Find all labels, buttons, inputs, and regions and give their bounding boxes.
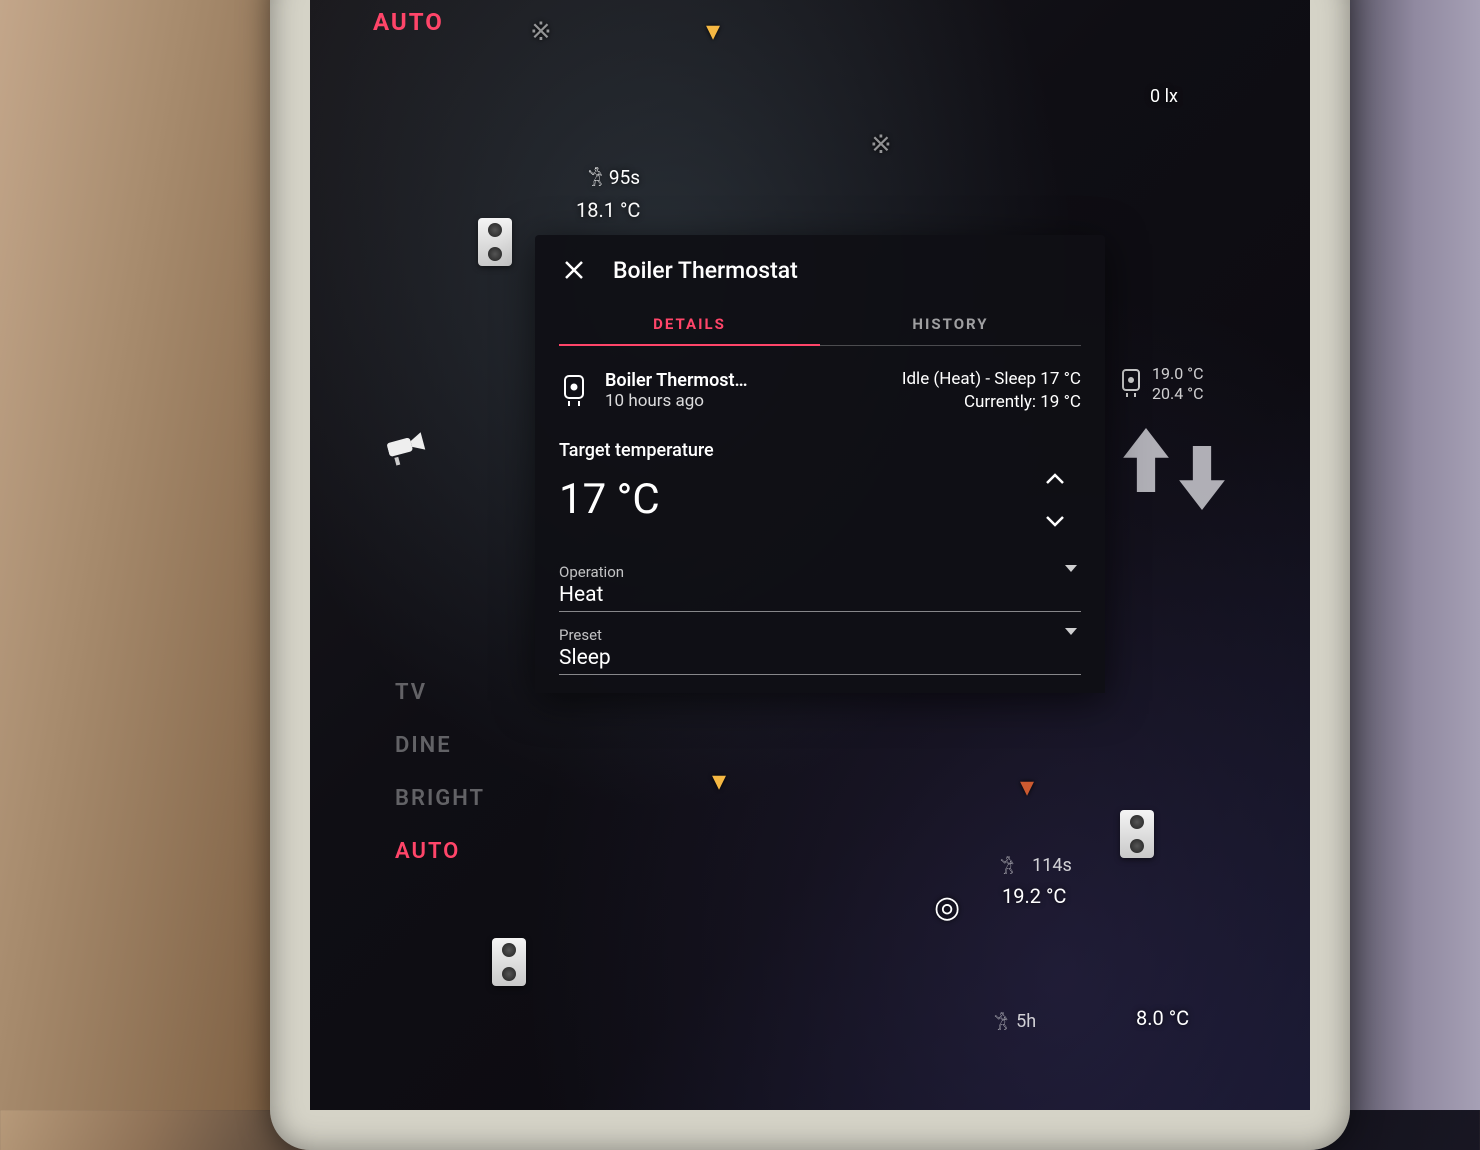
chevron-up-icon [1045,473,1065,485]
temp-down-button[interactable] [1041,511,1069,531]
dropdown-icon [1065,628,1077,635]
sensor-block-right: 19.0 °C 20.4 °C [1120,364,1204,404]
wall-right [1350,0,1480,1110]
speaker-icon-3 [1120,810,1154,858]
operation-value: Heat [559,583,1081,607]
temp-living: 19.2 °C [1002,884,1066,908]
vent-icon-2: ※ [870,130,892,160]
operation-select[interactable]: Operation Heat [559,563,1081,612]
target-temp-label: Target temperature [535,420,1105,465]
temp-stepper [1041,469,1069,531]
scene-dine[interactable]: DINE [395,733,485,758]
vent-icon: ※ [530,17,552,47]
temp-hall: 18.1 °C [576,198,640,222]
arrow-up-icon[interactable] [1122,428,1170,492]
tab-history[interactable]: HISTORY [820,305,1081,345]
tab-details[interactable]: DETAILS [559,305,820,345]
entity-state-line2: Currently: 19 °C [902,391,1081,414]
chevron-down-icon [1045,515,1065,527]
target-temp-value: 17 °C [559,475,660,524]
entity-name: Boiler Thermost… [605,370,886,391]
preset-select[interactable]: Preset Sleep [559,626,1081,675]
preset-label: Preset [559,626,1081,644]
ceiling-light-icon-2[interactable]: ▾ [712,764,726,797]
speaker-icon [478,218,512,266]
entity-last-changed: 10 hours ago [605,391,886,411]
time-br: 𓀟 5h [994,1006,1036,1036]
motion-icon: 𓀟 [994,1006,1008,1036]
scene-tv[interactable]: TV [395,680,485,705]
motion-hall-value: 95s [609,166,640,189]
target-icon[interactable]: ◎ [934,890,960,925]
scene-list: TV DINE BRIGHT AUTO [395,680,485,864]
temp-br: 8.0 °C [1136,1006,1189,1030]
target-temp-row: 17 °C [535,465,1105,549]
motion-icon: 𓀟 [1000,850,1014,880]
nav-arrows [1122,428,1226,492]
scene-auto[interactable]: AUTO [395,839,485,864]
card-header: Boiler Thermostat [535,235,1105,299]
lux-right: 0 lx [1150,86,1178,107]
ceiling-light-icon[interactable]: ▾ [706,14,720,47]
preset-value: Sleep [559,646,1081,670]
motion-living-value: 114s [1032,855,1072,876]
sensor-temp-1: 19.0 °C [1152,364,1204,384]
thermostat-card: Boiler Thermostat DETAILS HISTORY Boiler… [535,235,1105,693]
scene-auto-top[interactable]: AUTO [373,8,444,36]
thermostat-icon [559,374,589,408]
boiler-icon [1120,369,1142,399]
time-br-value: 5h [1016,1011,1036,1032]
arrow-down-icon[interactable] [1178,446,1226,510]
scene-bright[interactable]: BRIGHT [395,786,485,811]
sensor-temp-2: 20.4 °C [1152,384,1204,404]
entity-state: Idle (Heat) - Sleep 17 °C Currently: 19 … [902,368,1081,414]
motion-living: 𓀟 114s [1000,850,1072,880]
card-title: Boiler Thermostat [613,257,798,284]
close-icon [563,259,585,281]
ceiling-light-icon-3[interactable]: ▾ [1020,770,1034,803]
card-tabs: DETAILS HISTORY [559,305,1081,346]
operation-label: Operation [559,563,1081,581]
speaker-icon-2 [492,938,526,986]
motion-hall: 𓀟 95s [588,162,640,193]
dropdown-icon [1065,565,1077,572]
motion-icon: 𓀟 [588,162,603,193]
entity-state-line1: Idle (Heat) - Sleep 17 °C [902,368,1081,391]
close-button[interactable] [559,255,589,285]
temp-up-button[interactable] [1041,469,1069,489]
entity-info-row: Boiler Thermost… 10 hours ago Idle (Heat… [535,346,1105,420]
wall-left [0,0,270,1110]
